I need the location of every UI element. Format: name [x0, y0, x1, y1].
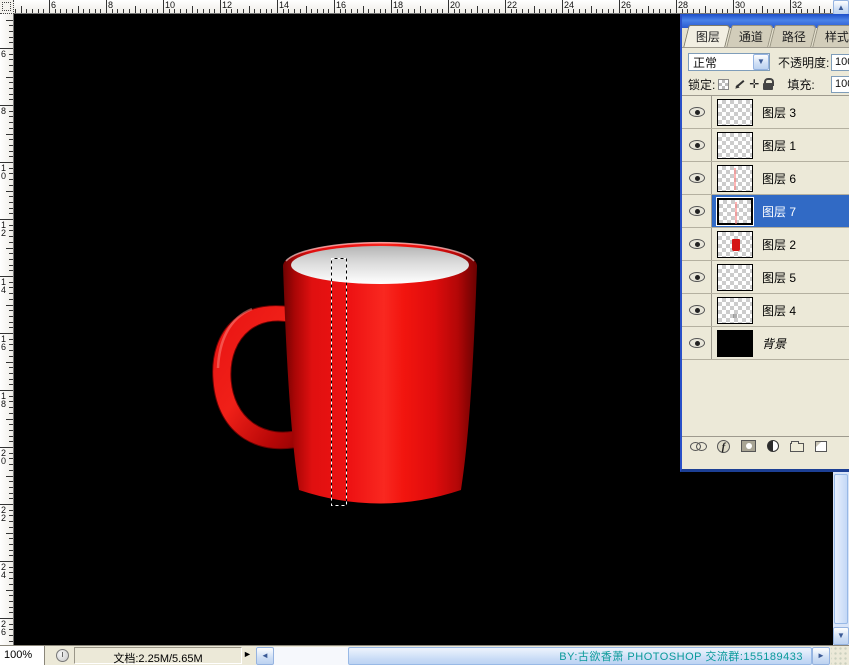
- status-popup-arrow-icon[interactable]: ►: [243, 649, 255, 662]
- layer-name: 图层 4: [762, 302, 796, 319]
- visibility-toggle[interactable]: [682, 261, 712, 293]
- clock-icon: [56, 649, 69, 662]
- layer-row[interactable]: 图层 5: [682, 261, 849, 294]
- fill-label: 填充:: [787, 76, 814, 93]
- mug-interior: [291, 246, 469, 284]
- watermark-text: BY:古欲香萧 PHOTOSHOP 交流群:155189433: [559, 648, 803, 664]
- tab-channels[interactable]: 通道: [726, 25, 774, 47]
- lock-all-icon[interactable]: [763, 78, 773, 90]
- palette-footer: f: [682, 436, 849, 455]
- opacity-label: 不透明度:: [778, 54, 829, 71]
- tab-layers-label: 图层: [696, 28, 720, 45]
- layer-thumbnail[interactable]: [717, 231, 753, 258]
- layer-name: 图层 1: [762, 137, 796, 154]
- palette-tabs: 图层 通道 路径 样式 色: [682, 28, 849, 48]
- lock-position-icon[interactable]: ✛: [749, 79, 759, 89]
- lock-label: 锁定:: [688, 76, 715, 93]
- palette-empty-area: [682, 360, 849, 436]
- lock-paint-icon[interactable]: [733, 78, 745, 90]
- layer-style-icon[interactable]: f: [717, 440, 730, 453]
- resize-grip[interactable]: [831, 647, 849, 665]
- layer-name: 图层 7: [762, 203, 796, 220]
- layer-thumbnail[interactable]: [717, 330, 753, 357]
- eye-icon: [689, 338, 705, 348]
- vertical-ruler: 681 01 21 41 61 82 02 22 42 6: [0, 14, 14, 645]
- scroll-down-icon[interactable]: ▼: [833, 627, 849, 645]
- layer-name: 图层 5: [762, 269, 796, 286]
- layer-row[interactable]: 图层 3: [682, 96, 849, 129]
- layers-palette: 图层 通道 路径 样式 色 正常 ▼ 不透明度: 100 锁定: ✛ 填充: 1…: [680, 14, 849, 472]
- visibility-toggle[interactable]: [682, 96, 712, 128]
- visibility-toggle[interactable]: [682, 129, 712, 161]
- layer-list: 图层 3 图层 1 图层 6 图层 7 图层 2: [682, 95, 849, 360]
- blend-mode-row: 正常 ▼ 不透明度: 100: [682, 51, 849, 73]
- tab-styles[interactable]: 样式: [812, 25, 849, 47]
- tab-paths[interactable]: 路径: [769, 25, 817, 47]
- layer-row[interactable]: 图层 4: [682, 294, 849, 327]
- zoom-level-input[interactable]: 100%: [0, 646, 45, 665]
- adjustment-layer-icon[interactable]: [767, 440, 779, 452]
- scroll-right-icon[interactable]: ►: [812, 647, 830, 665]
- mug-body: [283, 266, 477, 504]
- layer-thumbnail[interactable]: [717, 198, 753, 225]
- blend-mode-select[interactable]: 正常 ▼: [688, 53, 770, 71]
- blend-mode-value: 正常: [689, 54, 753, 71]
- scroll-left-icon[interactable]: ◄: [256, 647, 274, 665]
- eye-icon: [689, 173, 705, 183]
- visibility-toggle[interactable]: [682, 195, 712, 227]
- status-bar: 100% 文档:2.25M/5.65M ► ◄ BY:古欲香萧 PHOTOSHO…: [0, 645, 849, 665]
- layer-row[interactable]: 图层 6: [682, 162, 849, 195]
- eye-icon: [689, 305, 705, 315]
- vertical-scrollbar-thumb[interactable]: [834, 474, 848, 624]
- layer-name: 图层 3: [762, 104, 796, 121]
- link-layers-icon[interactable]: [690, 442, 706, 450]
- visibility-toggle[interactable]: [682, 294, 712, 326]
- eye-icon: [689, 107, 705, 117]
- eye-icon: [689, 272, 705, 282]
- ruler-origin-corner[interactable]: [0, 0, 14, 14]
- new-group-icon[interactable]: [790, 443, 804, 452]
- chevron-down-icon[interactable]: ▼: [753, 54, 769, 70]
- opacity-input[interactable]: 100: [831, 54, 849, 71]
- visibility-toggle[interactable]: [682, 327, 712, 359]
- layer-thumbnail[interactable]: [717, 99, 753, 126]
- tab-styles-label: 样式: [825, 28, 849, 45]
- document-size-info[interactable]: 文档:2.25M/5.65M: [74, 647, 242, 664]
- eye-icon: [689, 140, 705, 150]
- lock-transparency-icon[interactable]: [718, 79, 729, 90]
- scroll-up-icon[interactable]: ▲: [833, 0, 849, 15]
- tab-layers[interactable]: 图层: [683, 25, 731, 47]
- horizontal-scrollbar-thumb[interactable]: BY:古欲香萧 PHOTOSHOP 交流群:155189433: [348, 647, 812, 665]
- layer-thumbnail[interactable]: [717, 264, 753, 291]
- layer-thumbnail[interactable]: [717, 297, 753, 324]
- horizontal-ruler: 68101214161820222426283032: [14, 0, 833, 14]
- layer-name: 图层 6: [762, 170, 796, 187]
- new-layer-icon[interactable]: [815, 441, 827, 452]
- layer-name: 图层 2: [762, 236, 796, 253]
- ruler-origin-icon: [2, 2, 11, 11]
- layer-name: 背景: [762, 335, 786, 352]
- lock-row: 锁定: ✛ 填充: 100: [682, 73, 849, 95]
- layer-thumbnail[interactable]: [717, 132, 753, 159]
- layer-row-selected[interactable]: 图层 7: [682, 195, 849, 228]
- photoshop-document-window: 68101214161820222426283032 681 01 21 41 …: [0, 0, 849, 665]
- visibility-toggle[interactable]: [682, 162, 712, 194]
- fill-input[interactable]: 100: [831, 76, 849, 93]
- tab-paths-label: 路径: [782, 28, 806, 45]
- visibility-toggle[interactable]: [682, 228, 712, 260]
- layer-row[interactable]: 图层 2: [682, 228, 849, 261]
- eye-icon: [689, 206, 705, 216]
- layer-row-background[interactable]: 背景: [682, 327, 849, 360]
- tab-channels-label: 通道: [739, 28, 763, 45]
- eye-icon: [689, 239, 705, 249]
- layer-row[interactable]: 图层 1: [682, 129, 849, 162]
- layer-thumbnail[interactable]: [717, 165, 753, 192]
- layer-mask-icon[interactable]: [741, 440, 756, 452]
